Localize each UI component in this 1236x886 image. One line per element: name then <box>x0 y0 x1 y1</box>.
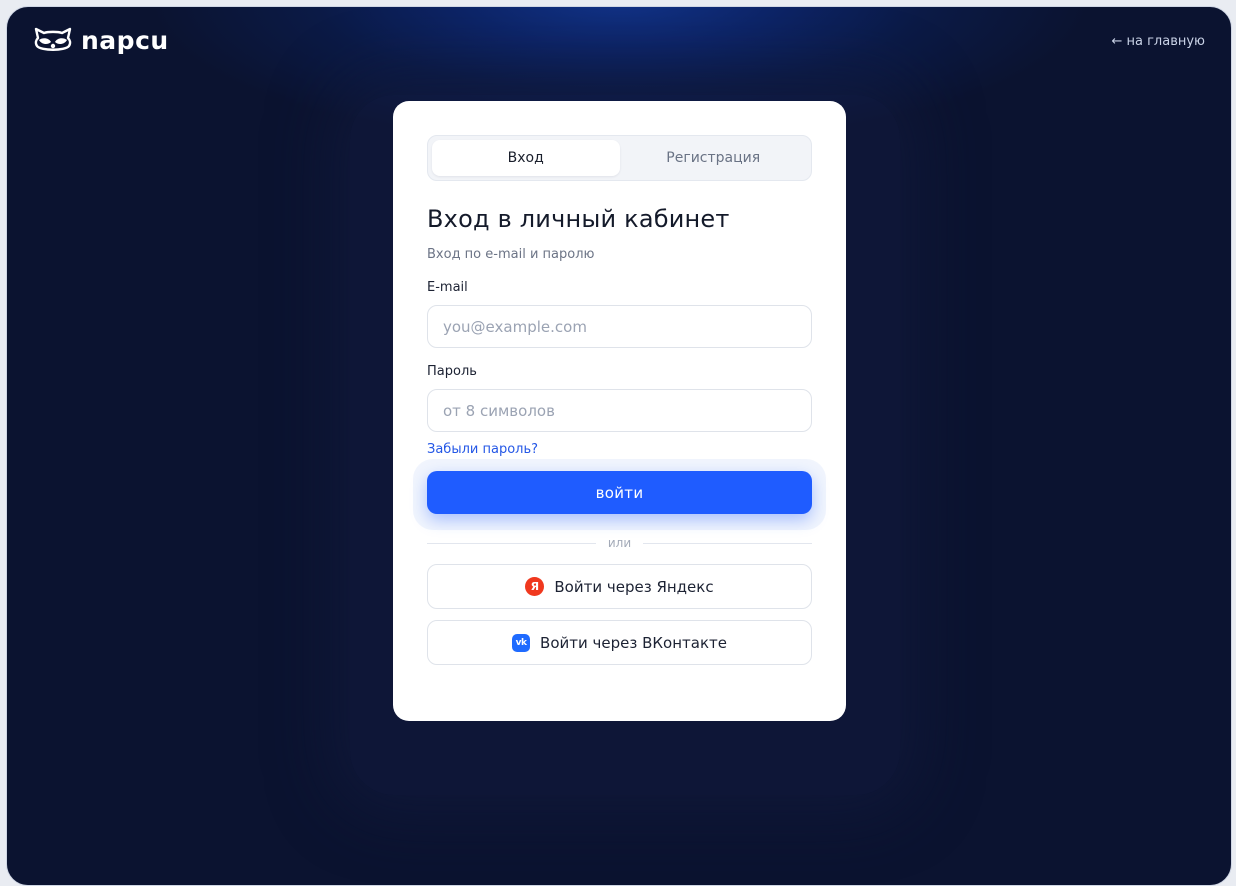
brand-logo[interactable]: napcu <box>33 27 169 53</box>
password-field[interactable] <box>427 389 812 432</box>
divider-line-left <box>427 542 596 544</box>
login-button[interactable]: войти <box>427 471 812 514</box>
yandex-login-button[interactable]: Я Войти через Яндекс <box>427 564 812 609</box>
page-subtitle: Вход по e-mail и паролю <box>427 247 595 262</box>
tab-login[interactable]: Вход <box>432 140 620 176</box>
raccoon-icon <box>34 27 72 51</box>
email-field[interactable] <box>427 305 812 348</box>
home-link[interactable]: ← на главную <box>1111 34 1205 49</box>
divider-label: или <box>607 536 632 550</box>
yandex-login-label: Войти через Яндекс <box>554 577 714 596</box>
vk-icon: vk <box>512 633 531 652</box>
app-window: napcu ← на главную Вход Регистрация Вход… <box>6 6 1232 886</box>
or-divider: или <box>427 536 812 550</box>
auth-tabs: Вход Регистрация <box>427 135 812 181</box>
password-label: Пароль <box>427 364 477 379</box>
page-title: Вход в личный кабинет <box>427 205 730 233</box>
submit-wrapper: войти <box>413 459 826 530</box>
vk-login-label: Войти через ВКонтакте <box>540 633 727 652</box>
tab-register[interactable]: Регистрация <box>620 140 808 176</box>
vk-login-button[interactable]: vk Войти через ВКонтакте <box>427 620 812 665</box>
email-label: E-mail <box>427 280 468 295</box>
divider-line-right <box>643 542 812 544</box>
yandex-icon: Я <box>525 577 545 596</box>
login-card: Вход Регистрация Вход в личный кабинет В… <box>393 101 846 721</box>
forgot-password-link[interactable]: Забыли пароль? <box>427 442 538 457</box>
brand-name: napcu <box>81 25 169 55</box>
